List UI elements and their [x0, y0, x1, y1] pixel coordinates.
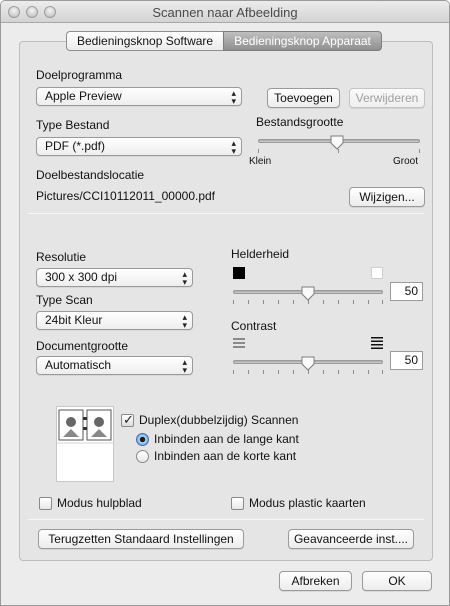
change-destination-button[interactable]: Wijzigen...	[349, 187, 425, 207]
bind-long-edge-label: Inbinden aan de lange kant	[154, 432, 299, 446]
plastic-card-checkbox[interactable]	[231, 497, 244, 510]
contrast-value-field[interactable]: 50	[390, 351, 423, 370]
divider	[28, 519, 424, 520]
title-bar: Scannen naar Afbeelding	[1, 1, 449, 23]
tab-device-button[interactable]: Bedieningsknop Apparaat	[223, 31, 382, 51]
resolution-value: 300 x 300 dpi	[45, 270, 118, 284]
updown-arrows-icon: ▴ ▾	[182, 312, 187, 330]
bind-short-edge-label: Inbinden aan de korte kant	[154, 449, 297, 463]
updown-arrows-icon: ▴ ▾	[182, 269, 187, 287]
plastic-card-label: Modus plastic kaarten	[249, 496, 366, 510]
contrast-label: Contrast	[231, 319, 277, 333]
carrier-sheet-checkbox[interactable]	[39, 497, 52, 510]
scan-to-image-dialog: Scannen naar Afbeelding Bedieningsknop S…	[0, 0, 450, 606]
brightness-slider-thumb[interactable]	[301, 286, 315, 301]
add-app-button[interactable]: Toevoegen	[267, 88, 340, 108]
ok-button[interactable]: OK	[362, 571, 432, 591]
destination-label: Doelbestandslocatie	[36, 168, 145, 182]
file-size-ticks	[258, 149, 420, 153]
file-size-slider-thumb[interactable]	[330, 135, 344, 150]
resolution-select[interactable]: 300 x 300 dpi ▴ ▾	[36, 268, 193, 287]
file-type-value: PDF (*.pdf)	[45, 139, 106, 153]
tab-bar: Bedieningsknop Software Bedieningsknop A…	[66, 31, 382, 51]
light-square-icon	[371, 267, 383, 279]
contrast-slider-thumb[interactable]	[301, 356, 315, 371]
brightness-ticks	[233, 300, 383, 304]
low-contrast-icon	[233, 337, 245, 349]
brightness-label: Helderheid	[231, 247, 290, 261]
duplex-label: Duplex(dubbelzijdig) Scannen	[139, 413, 299, 427]
document-size-value: Automatisch	[45, 358, 112, 372]
window-title: Scannen naar Afbeelding	[152, 5, 298, 20]
document-size-select[interactable]: Automatisch ▴ ▾	[36, 356, 193, 375]
duplex-checkbox[interactable]	[121, 412, 134, 428]
scan-type-select[interactable]: 24bit Kleur ▴ ▾	[36, 311, 193, 330]
target-app-select[interactable]: Apple Preview ▴ ▾	[36, 87, 242, 106]
duplex-preview-image	[56, 406, 114, 482]
divider	[28, 213, 424, 214]
target-app-value: Apple Preview	[45, 89, 122, 103]
document-size-label: Documentgrootte	[36, 339, 129, 353]
tab-software-button[interactable]: Bedieningsknop Software	[66, 31, 224, 51]
target-app-label: Doelprogramma	[36, 68, 123, 82]
bind-short-edge-radio[interactable]	[136, 450, 149, 463]
destination-path: Pictures/CCI10112011_00000.pdf	[36, 189, 216, 203]
scan-type-value: 24bit Kleur	[45, 313, 103, 327]
updown-arrows-icon: ▴ ▾	[182, 357, 187, 375]
advanced-settings-button[interactable]: Geavanceerde inst....	[288, 529, 414, 549]
resolution-label: Resolutie	[36, 250, 87, 264]
cancel-button[interactable]: Afbreken	[279, 571, 352, 591]
carrier-sheet-label: Modus hulpblad	[57, 496, 142, 510]
file-size-label: Bestandsgrootte	[256, 115, 344, 129]
dark-square-icon	[233, 267, 245, 279]
high-contrast-icon	[371, 337, 383, 349]
contrast-ticks	[233, 370, 383, 374]
file-type-select[interactable]: PDF (*.pdf) ▴ ▾	[36, 137, 242, 156]
file-size-min-label: Klein	[249, 156, 272, 167]
bind-long-edge-radio[interactable]	[136, 433, 149, 446]
restore-defaults-button[interactable]: Terugzetten Standaard Instellingen	[38, 529, 244, 549]
file-size-max-label: Groot	[393, 156, 419, 167]
file-type-label: Type Bestand	[36, 118, 110, 132]
brightness-value-field[interactable]: 50	[390, 282, 423, 301]
settings-panel: Doelprogramma Apple Preview ▴ ▾ Toevoegen…	[19, 41, 433, 561]
remove-app-button[interactable]: Verwijderen	[349, 88, 425, 108]
updown-arrows-icon: ▴ ▾	[231, 138, 236, 156]
scan-type-label: Type Scan	[36, 293, 93, 307]
updown-arrows-icon: ▴ ▾	[231, 88, 236, 106]
